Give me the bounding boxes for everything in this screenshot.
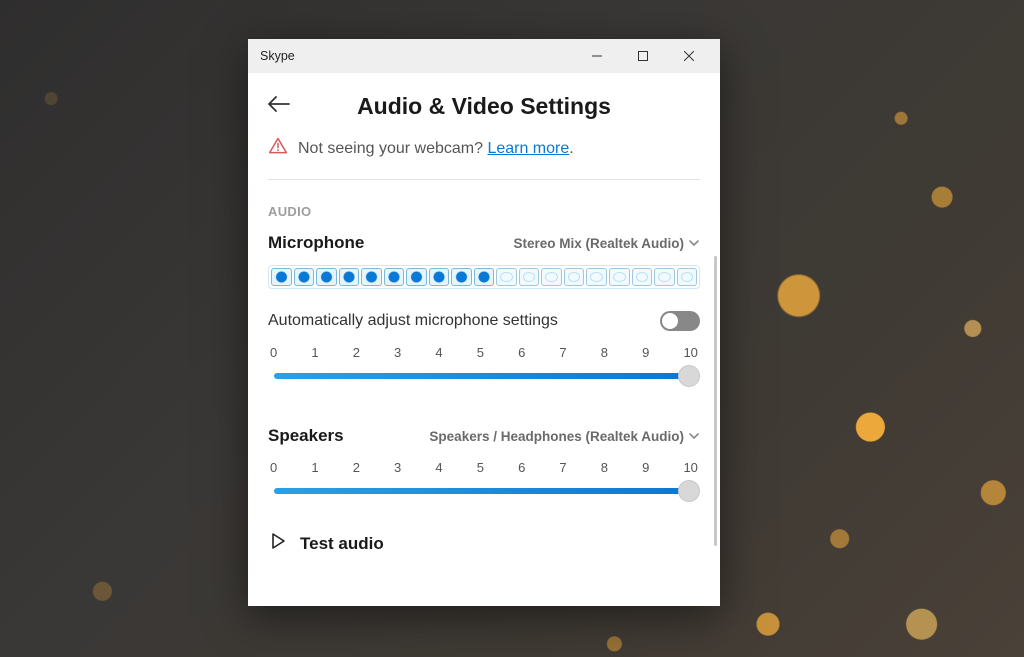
slider-tick: 10 [683,345,697,360]
scrollbar[interactable] [714,256,717,546]
page-header: Audio & Video Settings [248,73,720,136]
microphone-label: Microphone [268,233,364,253]
slider-tick: 3 [394,345,401,360]
speakers-volume-slider[interactable] [268,479,700,503]
slider-tick: 0 [270,460,277,475]
level-cell [406,268,427,286]
speakers-device-name: Speakers / Headphones (Realtek Audio) [429,429,684,444]
speakers-row: Speakers Speakers / Headphones (Realtek … [268,426,700,446]
slider-tick: 1 [311,345,318,360]
level-cell [609,268,630,286]
microphone-volume-slider[interactable] [268,364,700,388]
speakers-label: Speakers [268,426,344,446]
minimize-button[interactable] [574,39,620,73]
level-cell [654,268,675,286]
slider-tick: 6 [518,460,525,475]
slider-tick: 7 [559,460,566,475]
level-cell [271,268,292,286]
auto-adjust-row: Automatically adjust microphone settings [268,311,700,331]
microphone-row: Microphone Stereo Mix (Realtek Audio) [268,233,700,253]
microphone-level-meter [268,265,700,289]
level-cell [519,268,540,286]
skype-window: Skype Audio & Video Settings [248,39,720,606]
page-title: Audio & Video Settings [296,93,672,120]
level-cell [564,268,585,286]
window-title: Skype [260,49,574,63]
auto-adjust-toggle[interactable] [660,311,700,331]
microphone-device-name: Stereo Mix (Realtek Audio) [513,236,684,251]
level-cell [541,268,562,286]
slider-tick: 0 [270,345,277,360]
slider-tick: 9 [642,460,649,475]
settings-content: Not seeing your webcam? Learn more. AUDI… [248,136,720,606]
learn-more-link[interactable]: Learn more [487,140,569,157]
level-cell [361,268,382,286]
speakers-device-dropdown[interactable]: Speakers / Headphones (Realtek Audio) [429,429,700,444]
microphone-device-dropdown[interactable]: Stereo Mix (Realtek Audio) [513,236,700,251]
back-button[interactable] [268,95,296,118]
slider-thumb[interactable] [678,480,700,502]
level-cell [451,268,472,286]
level-cell [632,268,653,286]
desktop-background: Skype Audio & Video Settings [0,0,1024,657]
slider-tick: 9 [642,345,649,360]
speakers-volume-block: 0 1 2 3 4 5 6 7 8 9 10 [268,460,700,503]
audio-section-label: AUDIO [268,204,700,219]
slider-tick: 8 [601,460,608,475]
maximize-button[interactable] [620,39,666,73]
level-cell [586,268,607,286]
warning-icon [268,136,288,161]
speakers-slider-ticks: 0 1 2 3 4 5 6 7 8 9 10 [268,460,700,475]
slider-tick: 6 [518,345,525,360]
titlebar[interactable]: Skype [248,39,720,73]
test-audio-button[interactable]: Test audio [268,531,700,556]
slider-tick: 4 [435,345,442,360]
slider-tick: 5 [477,345,484,360]
level-cell [429,268,450,286]
level-cell [496,268,517,286]
slider-tick: 3 [394,460,401,475]
slider-track [274,488,694,494]
close-button[interactable] [666,39,712,73]
slider-tick: 2 [353,345,360,360]
level-cell [677,268,698,286]
auto-adjust-label: Automatically adjust microphone settings [268,312,558,330]
chevron-down-icon [688,430,700,442]
microphone-volume-block: 0 1 2 3 4 5 6 7 8 9 10 [268,345,700,388]
webcam-warning-suffix: . [569,140,573,157]
test-audio-label: Test audio [300,534,384,554]
slider-tick: 8 [601,345,608,360]
microphone-slider-ticks: 0 1 2 3 4 5 6 7 8 9 10 [268,345,700,360]
slider-tick: 10 [683,460,697,475]
slider-track [274,373,694,379]
play-icon [268,531,288,556]
webcam-warning-text: Not seeing your webcam? Learn more. [298,140,574,158]
level-cell [474,268,495,286]
level-cell [316,268,337,286]
slider-tick: 4 [435,460,442,475]
webcam-warning-message: Not seeing your webcam? [298,140,487,157]
slider-thumb[interactable] [678,365,700,387]
slider-tick: 2 [353,460,360,475]
level-cell [294,268,315,286]
slider-tick: 1 [311,460,318,475]
slider-tick: 5 [477,460,484,475]
level-cell [339,268,360,286]
chevron-down-icon [688,237,700,249]
level-cell [384,268,405,286]
webcam-warning-row: Not seeing your webcam? Learn more. [268,136,700,180]
slider-tick: 7 [559,345,566,360]
